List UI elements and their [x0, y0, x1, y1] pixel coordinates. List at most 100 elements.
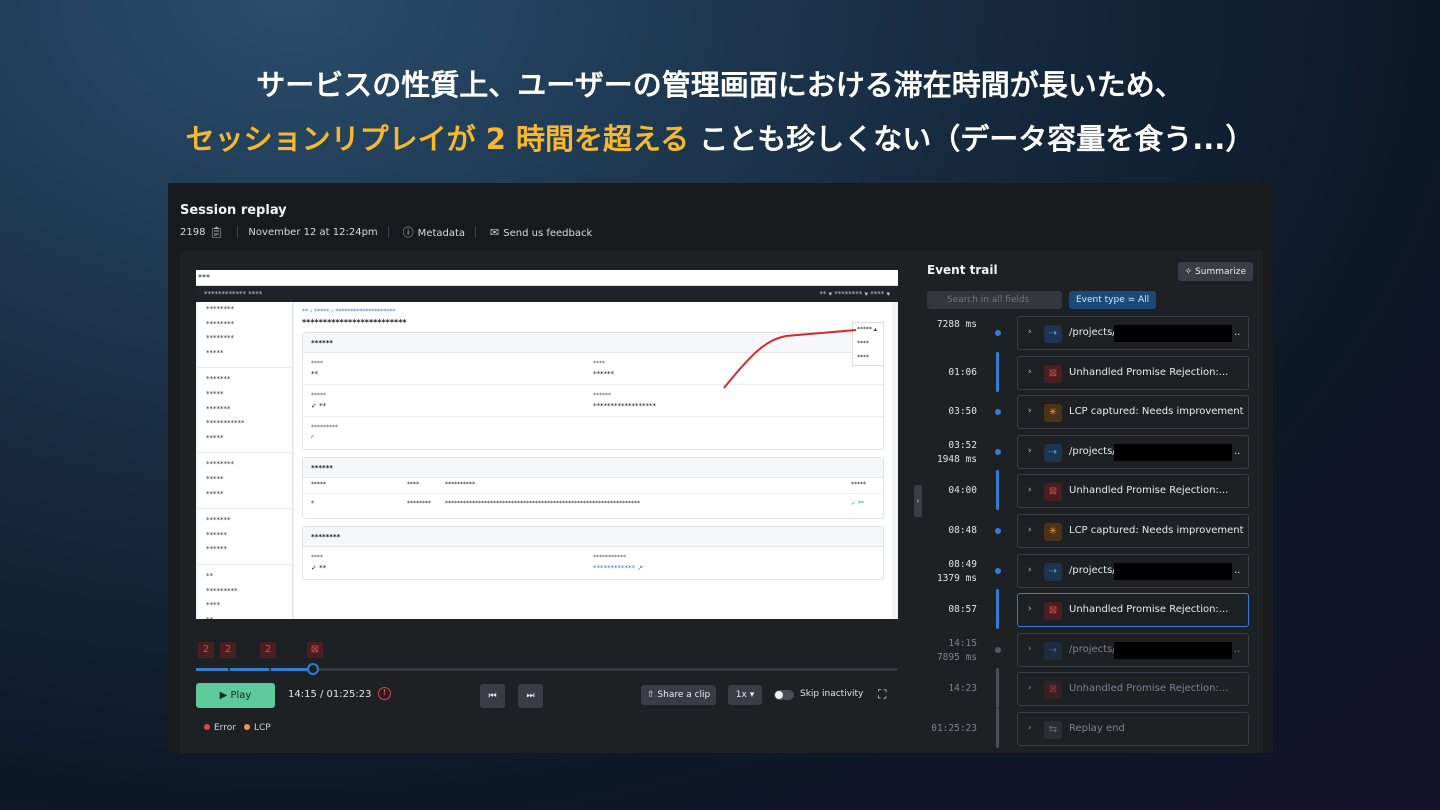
chevron-right-icon[interactable]: › — [1028, 327, 1032, 337]
chevron-right-icon[interactable]: › — [1028, 644, 1032, 654]
timeline-scrubber[interactable] — [196, 663, 898, 675]
sidebar-divider — [198, 557, 292, 565]
event-card[interactable]: › ⊠ Unhandled Promise Rejection:... — [1017, 593, 1249, 628]
skip-back-button[interactable]: ⏮ — [480, 684, 505, 708]
replay-page-title: ************************* — [302, 318, 407, 327]
chevron-right-icon[interactable]: › — [1028, 565, 1032, 575]
chevron-right-icon[interactable]: › — [1028, 485, 1032, 495]
sidebar-divider — [198, 501, 292, 510]
event-timestamp: 08:49 — [948, 558, 977, 570]
timeline-handle[interactable] — [307, 663, 320, 675]
chevron-right-icon[interactable]: › — [1028, 367, 1032, 377]
event-row[interactable]: 14:15 7895 ms › ⇢ /projects/ .. — [925, 632, 1253, 667]
event-row[interactable]: 01:25:23 › ⇆ Replay end — [925, 708, 1253, 748]
replay-sidebar-item: ******* — [206, 404, 231, 413]
event-type-filter[interactable]: Event type = All — [1069, 291, 1157, 309]
event-timeline-dot — [995, 409, 1001, 416]
timeline-markers: 2 2 2 ⊠ — [196, 642, 898, 660]
redacted-text — [1114, 325, 1232, 342]
error-count-marker[interactable]: 2 — [260, 642, 276, 658]
replay-sidebar-item: ****** — [206, 530, 227, 539]
replay-sidebar-item: ****** — [206, 545, 227, 554]
event-card[interactable]: › ✳ LCP captured: Needs improvement — [1017, 514, 1249, 548]
skip-inactivity-toggle[interactable] — [774, 690, 794, 700]
event-timestamp: 04:00 — [948, 485, 977, 497]
event-card[interactable]: › ⇢ /projects/ .. — [1017, 632, 1249, 667]
event-row[interactable]: 08:57 › ⊠ Unhandled Promise Rejection:..… — [925, 589, 1253, 630]
chevron-right-icon[interactable]: › — [1028, 723, 1032, 733]
replay-nav-left: ************ **** — [204, 290, 263, 298]
warning-icon[interactable]: ! — [378, 687, 391, 700]
event-duration: 1379 ms — [936, 572, 977, 584]
chevron-right-icon[interactable]: › — [1028, 525, 1032, 535]
event-card[interactable]: › ⊠ Unhandled Promise Rejection:... — [1017, 672, 1249, 707]
chevron-right-icon[interactable]: › — [1028, 683, 1032, 693]
event-row[interactable]: 04:00 › ⊠ Unhandled Promise Rejection:..… — [925, 470, 1253, 511]
navigation-icon: ⇢ — [1044, 562, 1062, 581]
skip-forward-button[interactable]: ⏭ — [518, 684, 543, 708]
chevron-right-icon[interactable]: › — [1028, 406, 1032, 416]
metadata-link[interactable]: ⓘ Metadata — [399, 224, 465, 240]
event-time: 14:15 7895 ms — [925, 637, 977, 665]
replay-sidebar-item: ***** — [206, 389, 224, 398]
column-header: ********** — [445, 481, 475, 488]
chevron-right-icon[interactable]: › — [1028, 604, 1032, 614]
error-count-marker[interactable]: 2 — [220, 642, 236, 658]
event-timeline-dot — [995, 567, 1001, 574]
chevron-right-icon[interactable]: › — [1028, 446, 1032, 456]
field-value: ****** — [593, 370, 614, 378]
clipboard-icon[interactable]: 📋︎ — [209, 226, 223, 239]
replay-sidebar-item: **** — [206, 601, 220, 610]
replay-sidebar-item: ***** — [206, 348, 224, 357]
error-marker-icon[interactable]: ⊠ — [307, 642, 323, 658]
field-value: ◜ — [311, 434, 314, 442]
collapse-panel-handle[interactable]: › — [914, 485, 922, 517]
replay-sidebar-item: ******** — [206, 460, 234, 469]
event-label: /projects/ — [1069, 445, 1116, 457]
column-header: **** — [407, 481, 419, 488]
error-count-marker[interactable]: 2 — [198, 642, 214, 658]
event-card[interactable]: › ⇆ Replay end — [1017, 712, 1249, 746]
share-clip-button[interactable]: ⇧ Share a clip — [641, 685, 717, 705]
event-row[interactable]: 03:50 › ✳ LCP captured: Needs improvemen… — [925, 395, 1253, 430]
replay-sidebar-item: ******* — [206, 516, 231, 525]
sidebar-divider — [198, 360, 292, 369]
summarize-button[interactable]: ✧ Summarize — [1177, 262, 1253, 281]
event-card[interactable]: › ✳ LCP captured: Needs improvement — [1017, 395, 1249, 430]
event-card[interactable]: › ⊠ Unhandled Promise Rejection:... — [1017, 474, 1249, 509]
event-card[interactable]: › ⇢ /projects/ .. — [1017, 316, 1249, 350]
event-row[interactable]: 08:48 › ✳ LCP captured: Needs improvemen… — [925, 514, 1253, 548]
replay-viewport[interactable]: *** ************ **** ** ▾ ******** ▾ **… — [196, 270, 898, 619]
field-label: **** — [311, 360, 323, 367]
session-id: 2198 — [180, 226, 206, 238]
field-value: ** — [311, 370, 318, 378]
event-label: /projects/ — [1069, 643, 1116, 655]
card-table-header: ***** **** ********** ***** — [303, 478, 883, 494]
event-duration: 7895 ms — [936, 651, 977, 663]
event-card[interactable]: › ⊠ Unhandled Promise Rejection:... — [1017, 355, 1249, 390]
event-card[interactable]: › ⇢ /projects/ .. — [1017, 434, 1249, 469]
playback-speed-select[interactable]: 1x ▾ — [728, 685, 762, 705]
play-button[interactable]: ▶ Play — [196, 683, 275, 708]
event-card[interactable]: › ⇢ /projects/ .. — [1017, 553, 1249, 588]
field-label: **** — [311, 554, 323, 561]
replay-nav-bar: ************ **** ** ▾ ******** ▾ **** ▾ — [196, 286, 898, 302]
feedback-link[interactable]: ✉ Send us feedback — [486, 226, 592, 239]
field-value: ****************** — [593, 402, 656, 410]
event-row[interactable]: 08:49 1379 ms › ⇢ /projects/ .. — [925, 553, 1253, 588]
search-input[interactable] — [927, 291, 1062, 309]
metadata-label: Metadata — [417, 228, 466, 239]
field-value: ✓ ** — [311, 564, 327, 572]
event-label-ellipsis: .. — [1234, 327, 1241, 338]
event-timeline-bar — [996, 708, 999, 748]
legend-dot — [204, 724, 210, 730]
event-row[interactable]: 14:23 › ⊠ Unhandled Promise Rejection:..… — [925, 668, 1253, 709]
event-row[interactable]: 03:52 1948 ms › ⇢ /projects/ .. — [925, 434, 1253, 469]
event-label: Unhandled Promise Rejection:... — [1069, 683, 1229, 695]
replay-sidebar-item: ******** — [206, 319, 234, 328]
fullscreen-icon[interactable]: ⛶ — [878, 687, 886, 702]
event-row[interactable]: 01:06 › ⊠ Unhandled Promise Rejection:..… — [925, 351, 1253, 392]
event-row[interactable]: 7288 ms › ⇢ /projects/ .. — [925, 316, 1253, 350]
field-label: **** — [593, 360, 605, 367]
event-label: LCP captured: Needs improvement — [1069, 525, 1244, 536]
